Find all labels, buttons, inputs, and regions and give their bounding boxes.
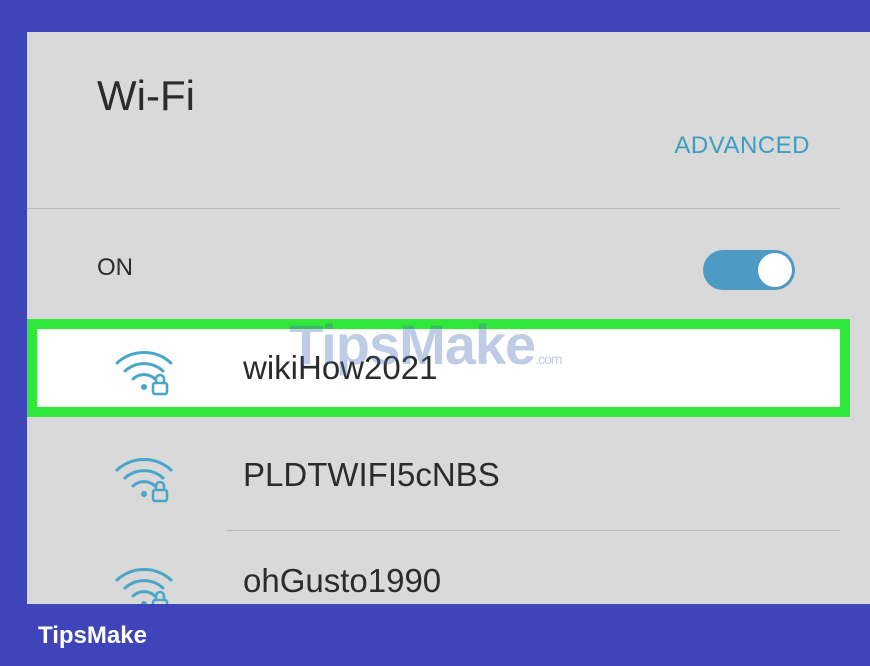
- watermark-logo: TipsMake.com: [289, 312, 563, 377]
- watermark-text: TipsMake: [289, 313, 536, 376]
- wifi-lock-icon: [115, 351, 173, 396]
- network-item-ohgusto1990[interactable]: ohGusto1990: [27, 542, 870, 604]
- footer-brand: TipsMake: [38, 622, 147, 649]
- toggle-knob: [758, 253, 792, 287]
- network-name: PLDTWIFI5cNBS: [243, 456, 500, 493]
- wifi-toggle[interactable]: [703, 250, 795, 290]
- divider: [227, 530, 840, 531]
- page-title: Wi-Fi: [97, 72, 195, 119]
- wifi-lock-icon: [115, 458, 173, 503]
- divider: [27, 208, 840, 209]
- wifi-toggle-label: ON: [97, 254, 133, 281]
- wifi-lock-icon: [115, 568, 173, 604]
- watermark-suffix: .com: [535, 351, 562, 367]
- network-name: ohGusto1990: [243, 562, 442, 599]
- wifi-settings-screen: Wi-Fi ADVANCED ON wikiHow2021 PLDTWIFI5c…: [27, 32, 870, 604]
- network-item-pldtwifi5cnbs[interactable]: PLDTWIFI5cNBS: [27, 432, 870, 524]
- advanced-button[interactable]: ADVANCED: [674, 132, 810, 160]
